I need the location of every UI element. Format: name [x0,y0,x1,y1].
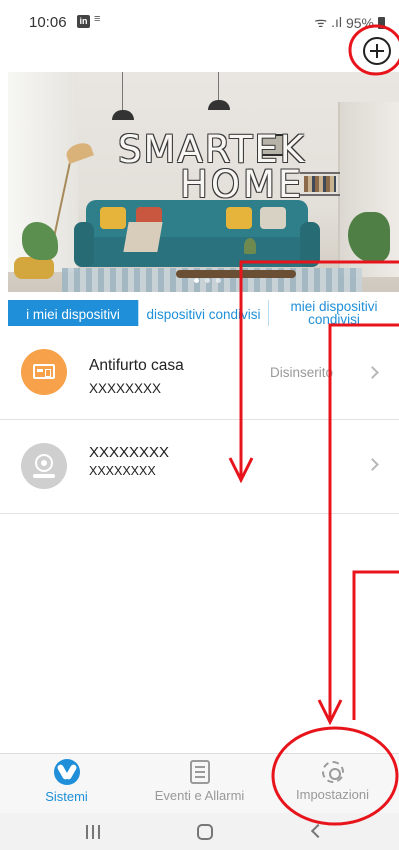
device-status: Disinserito [270,365,334,380]
nav-label: Sistemi [45,789,88,804]
device-id: XXXXXXXX [89,464,156,478]
tab-shared-devices[interactable]: dispositivi condivisi [139,300,269,328]
device-name: Antifurto casa [89,357,184,374]
nav-sistemi[interactable]: Sistemi [0,754,133,813]
battery-level: 95% [345,14,374,31]
alarm-panel-icon [21,349,67,395]
chevron-right-icon [366,366,379,379]
plant-icon [348,212,390,262]
logo-text-home: HOME [180,163,305,206]
status-bar: 10:06 in ≡ ᯤ .ıl 95% [0,0,399,40]
linkedin-icon: in [77,15,90,28]
nav-label: Impostazioni [296,787,369,802]
list-item[interactable]: Antifurto casa XXXXXXXX Disinserito [0,326,399,420]
sistemi-icon [53,759,80,785]
events-icon [189,760,210,784]
nav-label: Eventi e Allarmi [154,788,245,803]
camera-icon [21,443,67,489]
device-name: XXXXXXXX [89,444,170,461]
recents-icon[interactable] [86,825,100,839]
back-icon[interactable] [310,823,326,839]
chevron-right-icon [366,458,379,471]
carousel-dots [194,278,221,283]
signal-icon: ᯤ .ıl [314,14,342,30]
device-tabs: i miei dispositivi dispositivi condivisi… [8,300,399,328]
tab-my-devices[interactable]: i miei dispositivi [8,300,139,328]
tab-my-shared-devices[interactable]: miei dispositivi condivisi [269,300,399,328]
pendant-lamp-icon [208,100,230,110]
status-time: 10:06 [29,14,67,31]
list-item[interactable]: XXXXXXXX XXXXXXXX [0,420,399,514]
status-right: ᯤ .ıl 95% [314,13,385,32]
coffee-table [176,270,296,278]
device-id: XXXXXXXX [89,381,162,396]
pendant-lamp-icon [112,110,134,120]
banner[interactable]: SMARTEK HOME [8,72,399,292]
bottom-nav: Sistemi Eventi e Allarmi Impostazioni [0,753,399,813]
add-device-button[interactable] [363,37,391,65]
carousel-dot[interactable] [205,278,210,283]
nav-impostazioni[interactable]: Impostazioni [266,754,399,813]
carousel-dot[interactable] [216,278,221,283]
annotation-line [352,570,399,720]
smartek-home-logo: SMARTEK HOME [118,130,304,205]
pouf [14,257,54,279]
carousel-dot[interactable] [194,278,199,283]
notification-icon: ≡ [94,13,101,25]
nav-eventi-allarmi[interactable]: Eventi e Allarmi [133,754,266,813]
battery-icon [378,16,385,29]
home-icon[interactable] [197,824,213,840]
system-nav-bar [0,813,399,850]
annotation-arrowhead [317,699,343,726]
gear-icon [321,761,344,783]
